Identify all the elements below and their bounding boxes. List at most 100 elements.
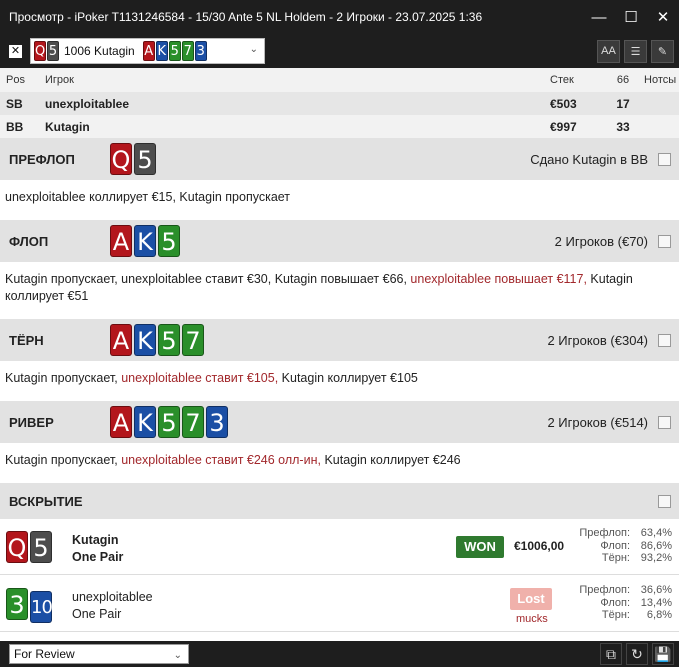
header-notes: Нотсы [644,74,677,86]
action-text: unexploitablee ставит €105, [121,371,282,385]
toolbar: ✕ Q5 1006 Kutagin AK573 ⌄ AA ☰ ✎ [0,34,679,68]
street-cards: AK573 [110,406,230,438]
window-title: Просмотр - iPoker T1131246584 - 15/30 An… [9,10,483,24]
stat-row: Тёрн: 6,8% [570,609,672,622]
stat-value: 93,2% [640,552,672,564]
street-name: ТЁРН [9,332,44,348]
street-actions: Kutagin пропускает, unexploitablee стави… [0,271,679,305]
stat-label: Тёрн: [601,552,630,564]
playing-card: K [134,406,156,438]
street-name: РИВЕР [9,414,54,430]
playing-card: A [110,225,132,257]
playing-card: K [134,225,156,257]
equity-stats: Префлоп: 63,4% Флоп: 86,6% Тёрн: 93,2% [570,527,672,565]
stat-value: 13,4% [640,596,672,609]
header-66: 66 [616,74,630,86]
maximize-icon[interactable]: ☐ [615,0,647,34]
stat-value: 86,6% [640,539,672,552]
header-pos: Pos [6,74,25,86]
action-text: unexploitablee коллирует €15, Kutagin пр… [5,190,291,204]
street-cards: Q5 [110,143,158,175]
showdown-player: Q5 Kutagin One Pair WON €1006,00 Префлоп… [0,519,679,575]
stat-row: Тёрн: 93,2% [570,552,672,565]
hero-cards: Q5 [34,41,60,61]
player-66: 33 [616,119,630,134]
action-text: Kutagin пропускает, [5,371,122,385]
street-actions: Kutagin пропускает, unexploitablee стави… [0,370,679,387]
action-text: unexploitablee ставит €246 олл-ин, [121,453,325,467]
action-text: Kutagin коллирует €246 [324,453,461,467]
lost-badge: Lost [510,588,552,610]
close-hand-icon[interactable]: ✕ [9,44,22,58]
street-actions: unexploitablee коллирует €15, Kutagin пр… [0,189,679,206]
playing-card: 3 [6,588,28,620]
hand-label: 1006 Kutagin [64,44,135,58]
playing-card: K [134,324,156,356]
player-stack: €997 [550,119,577,134]
playing-card: 7 [182,406,204,438]
minimize-icon[interactable]: — [583,0,615,34]
playing-card: Q [6,531,28,563]
playing-card: 5 [47,41,59,61]
action-text: Kutagin коллирует €105 [281,371,418,385]
player-pos: SB [6,96,23,111]
playing-card: A [110,406,132,438]
stat-label: Префлоп: [579,584,630,596]
font-size-icon[interactable]: AA [597,39,620,63]
stat-value: 36,6% [640,584,672,596]
review-value: For Review [14,647,75,661]
street-checkbox[interactable] [658,234,671,248]
equity-stats: Префлоп: 36,6% Флоп: 13,4% Тёрн: 6,8% [570,584,672,622]
street-cards: AK5 [110,225,182,257]
table-row[interactable]: BB Kutagin €997 33 [0,115,679,138]
player-stack: €503 [550,96,577,111]
action-text: Kutagin пропускает, unexploitablee стави… [5,272,411,286]
action-text: Kutagin пропускает, [5,453,122,467]
street-checkbox[interactable] [658,333,671,347]
list-icon[interactable]: ☰ [624,39,647,63]
street-info: 2 Игроков (€514) [547,414,648,430]
playing-card: A [110,324,132,356]
playing-card: 7 [181,41,194,61]
bottom-bar: For Review ⌄ ⧉ ↻ 💾 [0,641,679,667]
stat-label: Префлоп: [579,527,630,539]
player-name: Kutagin [72,533,119,547]
close-icon[interactable]: ✕ [647,0,679,34]
copy-icon[interactable]: ⧉ [600,643,622,665]
street-flop: ФЛОП AK5 2 Игроков (€70) [0,220,679,262]
street-checkbox[interactable] [658,494,671,508]
playing-card: 10 [30,591,53,623]
stat-row: Префлоп: 63,4% [570,527,672,540]
street-info: 2 Игроков (€304) [547,332,648,348]
street-name: ФЛОП [9,233,49,249]
save-icon[interactable]: 💾 [652,643,674,665]
playing-card: 7 [182,324,204,356]
hand-selector[interactable]: Q5 1006 Kutagin AK573 ⌄ [30,38,265,64]
street-checkbox[interactable] [658,152,671,166]
player-cards: 3 10 [6,588,54,623]
refresh-icon[interactable]: ↻ [626,643,648,665]
action-text: unexploitablee повышает €117, [410,272,591,286]
street-turn: ТЁРН AK57 2 Игроков (€304) [0,319,679,361]
review-select[interactable]: For Review ⌄ [9,644,189,664]
board-cards: AK573 [142,41,208,61]
playing-card: A [142,41,155,61]
street-name: ВСКРЫТИЕ [9,493,83,509]
player-hand: One Pair [72,607,122,621]
won-badge: WON [456,536,504,558]
table-row[interactable]: SB unexploitablee €503 17 [0,92,679,115]
player-pos: BB [6,119,24,134]
street-river: РИВЕР AK573 2 Игроков (€514) [0,401,679,443]
stat-value: 6,8% [646,609,672,621]
street-info: Сдано Kutagin в BB [530,151,648,167]
street-checkbox[interactable] [658,415,671,429]
player-66: 17 [616,96,630,111]
playing-card: 3 [206,406,228,438]
edit-icon[interactable]: ✎ [651,39,674,63]
mucks-label: mucks [516,613,548,625]
street-cards: AK57 [110,324,206,356]
stat-row: Флоп: 86,6% [570,540,672,553]
player-name: unexploitablee [45,96,130,111]
playing-card: K [155,41,168,61]
player-name: unexploitablee [72,590,153,604]
